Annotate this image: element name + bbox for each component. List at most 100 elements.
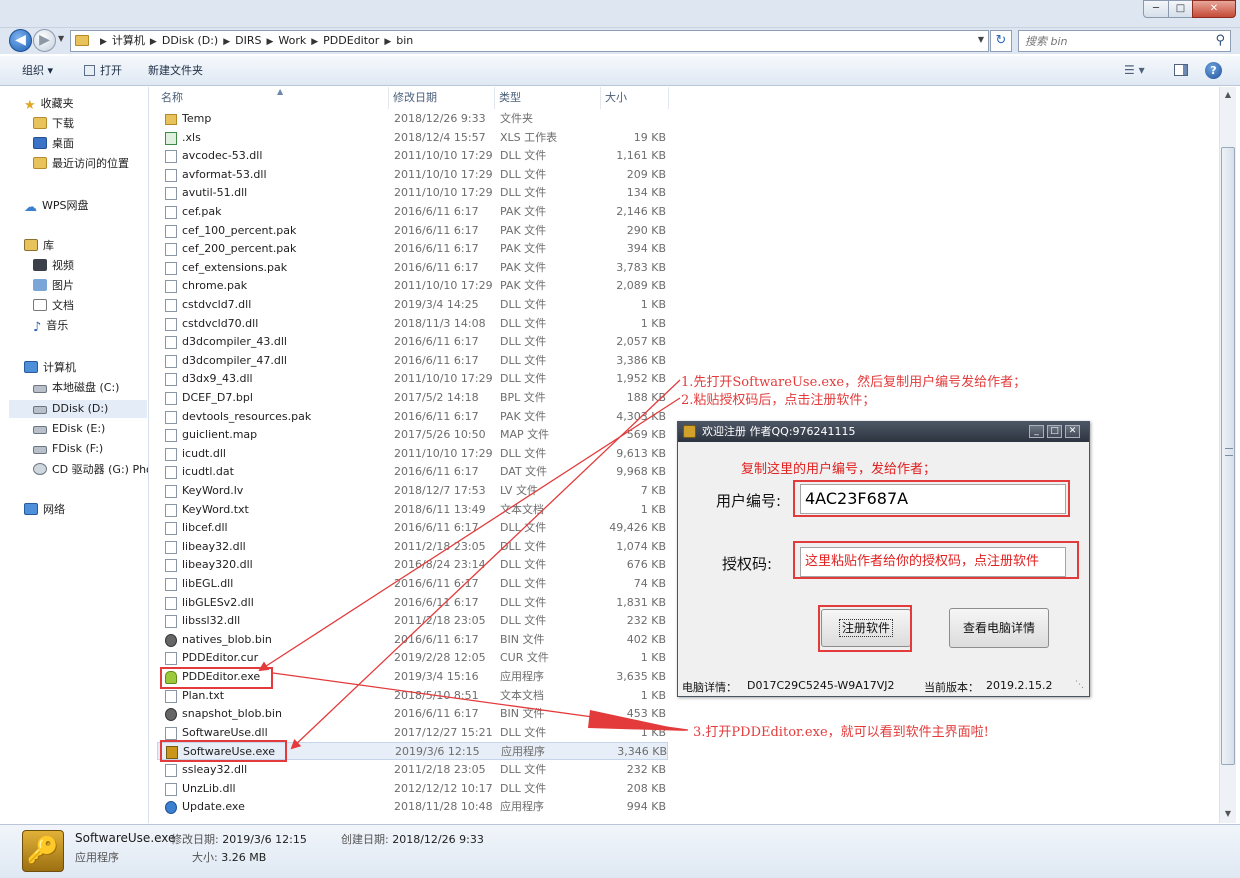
- view-pc-details-button[interactable]: 查看电脑详情: [949, 608, 1049, 648]
- search-box[interactable]: ⚲: [1018, 30, 1231, 52]
- file-row[interactable]: cef_200_percent.pak 2016/6/11 6:17 PAK 文件 3…: [157, 240, 668, 258]
- file-row[interactable]: cef_extensions.pak 2016/6/11 6:17 PAK 文件 3,…: [157, 259, 668, 277]
- sidebar-item[interactable]: FDisk (F:): [33, 440, 103, 458]
- file-row[interactable]: avcodec-53.dll 2011/10/10 17:29 DLL 文件 1,16…: [157, 147, 668, 165]
- back-button[interactable]: ◀: [9, 29, 32, 52]
- sidebar-item[interactable]: 图片: [33, 277, 74, 295]
- breadcrumb-separator-icon[interactable]: ▶: [266, 37, 273, 47]
- search-input[interactable]: [1025, 31, 1205, 51]
- change-view-icon[interactable]: ☰ ▾: [1124, 63, 1145, 77]
- user-id-field[interactable]: 4AC23F687A: [800, 484, 1066, 514]
- file-row[interactable]: Temp 2018/12/26 9:33 文件夹: [157, 110, 668, 128]
- preview-pane-icon[interactable]: [1174, 64, 1188, 76]
- address-bar[interactable]: ▶ 计算机 ▶ DDisk (D:) ▶ DIRS ▶ Work ▶ PDDEditor ▶ bin …: [70, 30, 989, 52]
- scroll-up-icon[interactable]: ▲: [1220, 87, 1236, 103]
- file-row[interactable]: avutil-51.dll 2011/10/10 17:29 DLL 文件 134 K…: [157, 184, 668, 202]
- file-row[interactable]: Plan.txt 2018/5/10 8:51 文本文档 1 KB: [157, 687, 668, 705]
- resize-grip-icon[interactable]: ⋱: [1075, 680, 1084, 690]
- file-row[interactable]: SoftwareUse.exe 2019/3/6 12:15 应用程序 3,346 K…: [157, 742, 668, 761]
- address-history-dropdown[interactable]: ▼: [978, 35, 984, 44]
- file-row[interactable]: chrome.pak 2011/10/10 17:29 PAK 文件 2,089 KB: [157, 277, 668, 295]
- file-row[interactable]: cef_100_percent.pak 2016/6/11 6:17 PAK 文件 2…: [157, 222, 668, 240]
- file-row[interactable]: UnzLib.dll 2012/12/12 10:17 DLL 文件 208 KB: [157, 780, 668, 798]
- maximize-button[interactable]: □: [1168, 0, 1193, 18]
- column-header-date[interactable]: 修改日期: [389, 87, 495, 109]
- file-row[interactable]: libcef.dll 2016/6/11 6:17 DLL 文件 49,426 KB: [157, 519, 668, 537]
- sidebar-item[interactable]: EDisk (E:): [33, 420, 105, 438]
- sidebar-item[interactable]: 库: [24, 237, 54, 255]
- sidebar-item[interactable]: CD 驱动器 (G:) Pho: [33, 461, 148, 479]
- file-row[interactable]: icudt.dll 2011/10/10 17:29 DLL 文件 9,613 KB: [157, 445, 668, 463]
- file-row[interactable]: .xls 2018/12/4 15:57 XLS 工作表 19 KB: [157, 129, 668, 147]
- file-row[interactable]: snapshot_blob.bin 2016/6/11 6:17 BIN 文件 453…: [157, 705, 668, 723]
- recent-pages-dropdown[interactable]: ▼: [58, 34, 64, 43]
- file-row[interactable]: SoftwareUse.dll 2017/12/27 15:21 DLL 文件 1 K…: [157, 724, 668, 742]
- refresh-button[interactable]: ↻: [990, 30, 1012, 52]
- file-row[interactable]: cef.pak 2016/6/11 6:17 PAK 文件 2,146 KB: [157, 203, 668, 221]
- sidebar-item[interactable]: 计算机: [24, 359, 76, 377]
- scroll-down-icon[interactable]: ▼: [1220, 806, 1236, 822]
- sidebar-item[interactable]: 本地磁盘 (C:): [33, 379, 119, 397]
- file-row[interactable]: libEGL.dll 2016/6/11 6:17 DLL 文件 74 KB: [157, 575, 668, 593]
- file-row[interactable]: icudtl.dat 2016/6/11 6:17 DAT 文件 9,968 KB: [157, 463, 668, 481]
- sidebar-item[interactable]: 桌面: [33, 135, 74, 153]
- breadcrumb-item[interactable]: DIRS: [235, 34, 261, 47]
- breadcrumb-separator-icon[interactable]: ▶: [100, 37, 107, 47]
- file-row[interactable]: DCEF_D7.bpl 2017/5/2 14:18 BPL 文件 188 KB: [157, 389, 668, 407]
- breadcrumb-separator-icon[interactable]: ▶: [384, 37, 391, 47]
- file-row[interactable]: d3dcompiler_47.dll 2016/6/11 6:17 DLL 文件 3,…: [157, 352, 668, 370]
- breadcrumb-item[interactable]: bin: [396, 34, 413, 47]
- breadcrumb-item[interactable]: 计算机: [112, 34, 145, 47]
- file-row[interactable]: d3dx9_43.dll 2011/10/10 17:29 DLL 文件 1,952 …: [157, 370, 668, 388]
- dialog-minimize-button[interactable]: _: [1029, 425, 1044, 438]
- file-row[interactable]: PDDEditor.cur 2019/2/28 12:05 CUR 文件 1 KB: [157, 649, 668, 667]
- sidebar-item[interactable]: ♪ 音乐: [33, 317, 68, 335]
- file-row[interactable]: libeay32.dll 2011/2/18 23:05 DLL 文件 1,074 K…: [157, 538, 668, 556]
- sidebar-item[interactable]: DDisk (D:): [9, 400, 147, 418]
- dialog-maximize-button[interactable]: □: [1047, 425, 1062, 438]
- file-row[interactable]: cstdvcld70.dll 2018/11/3 14:08 DLL 文件 1 KB: [157, 315, 668, 333]
- breadcrumb-item[interactable]: DDisk (D:): [162, 34, 218, 47]
- column-header-size[interactable]: 大小: [601, 87, 669, 109]
- file-row[interactable]: natives_blob.bin 2016/6/11 6:17 BIN 文件 402 …: [157, 631, 668, 649]
- new-folder-button[interactable]: 新建文件夹: [148, 63, 203, 79]
- sidebar-item[interactable]: 最近访问的位置: [33, 155, 129, 173]
- scrollbar-thumb[interactable]: [1221, 147, 1235, 765]
- sidebar-item[interactable]: ☁ WPS网盘: [24, 197, 89, 215]
- register-button[interactable]: 注册软件: [821, 609, 911, 647]
- sidebar-item[interactable]: 下载: [33, 115, 74, 133]
- file-row[interactable]: d3dcompiler_43.dll 2016/6/11 6:17 DLL 文件 2,…: [157, 333, 668, 351]
- sidebar-item[interactable]: 文档: [33, 297, 74, 315]
- file-row[interactable]: PDDEditor.exe 2019/3/4 15:16 应用程序 3,635 KB: [157, 668, 668, 686]
- file-row[interactable]: cstdvcld7.dll 2019/3/4 14:25 DLL 文件 1 KB: [157, 296, 668, 314]
- dialog-close-button[interactable]: ✕: [1065, 425, 1080, 438]
- sidebar-item[interactable]: 视频: [33, 257, 74, 275]
- help-icon[interactable]: ?: [1205, 62, 1222, 79]
- sidebar-item[interactable]: 网络: [24, 501, 65, 519]
- file-row[interactable]: Update.exe 2018/11/28 10:48 应用程序 994 KB: [157, 798, 668, 816]
- file-row[interactable]: devtools_resources.pak 2016/6/11 6:17 PAK …: [157, 408, 668, 426]
- open-button[interactable]: 打开: [84, 63, 122, 79]
- file-row[interactable]: KeyWord.lv 2018/12/7 17:53 LV 文件 7 KB: [157, 482, 668, 500]
- search-icon[interactable]: ⚲: [1215, 33, 1225, 48]
- breadcrumb-separator-icon[interactable]: ▶: [150, 37, 157, 47]
- breadcrumb-separator-icon[interactable]: ▶: [311, 37, 318, 47]
- file-row[interactable]: ssleay32.dll 2011/2/18 23:05 DLL 文件 232 KB: [157, 761, 668, 779]
- forward-button[interactable]: ▶: [33, 29, 56, 52]
- auth-code-field[interactable]: 这里粘贴作者给你的授权码，点注册软件: [800, 547, 1066, 577]
- vertical-scrollbar[interactable]: ▲ ▼: [1219, 87, 1236, 823]
- close-button[interactable]: ✕: [1192, 0, 1236, 18]
- breadcrumb-item[interactable]: Work: [278, 34, 306, 47]
- file-row[interactable]: guiclient.map 2017/5/26 10:50 MAP 文件 569 KB: [157, 426, 668, 444]
- breadcrumb-separator-icon[interactable]: ▶: [223, 37, 230, 47]
- sidebar-item[interactable]: ★ 收藏夹: [24, 95, 74, 113]
- minimize-button[interactable]: ─: [1143, 0, 1169, 18]
- file-row[interactable]: avformat-53.dll 2011/10/10 17:29 DLL 文件 209…: [157, 166, 668, 184]
- column-header-name[interactable]: 名称 ▲: [157, 87, 389, 109]
- file-row[interactable]: libssl32.dll 2011/2/18 23:05 DLL 文件 232 KB: [157, 612, 668, 630]
- file-row[interactable]: libeay320.dll 2016/8/24 23:14 DLL 文件 676 KB: [157, 556, 668, 574]
- file-row[interactable]: libGLESv2.dll 2016/6/11 6:17 DLL 文件 1,831 K…: [157, 594, 668, 612]
- column-header-type[interactable]: 类型: [495, 87, 601, 109]
- breadcrumb-item[interactable]: PDDEditor: [323, 34, 379, 47]
- file-row[interactable]: KeyWord.txt 2018/6/11 13:49 文本文档 1 KB: [157, 501, 668, 519]
